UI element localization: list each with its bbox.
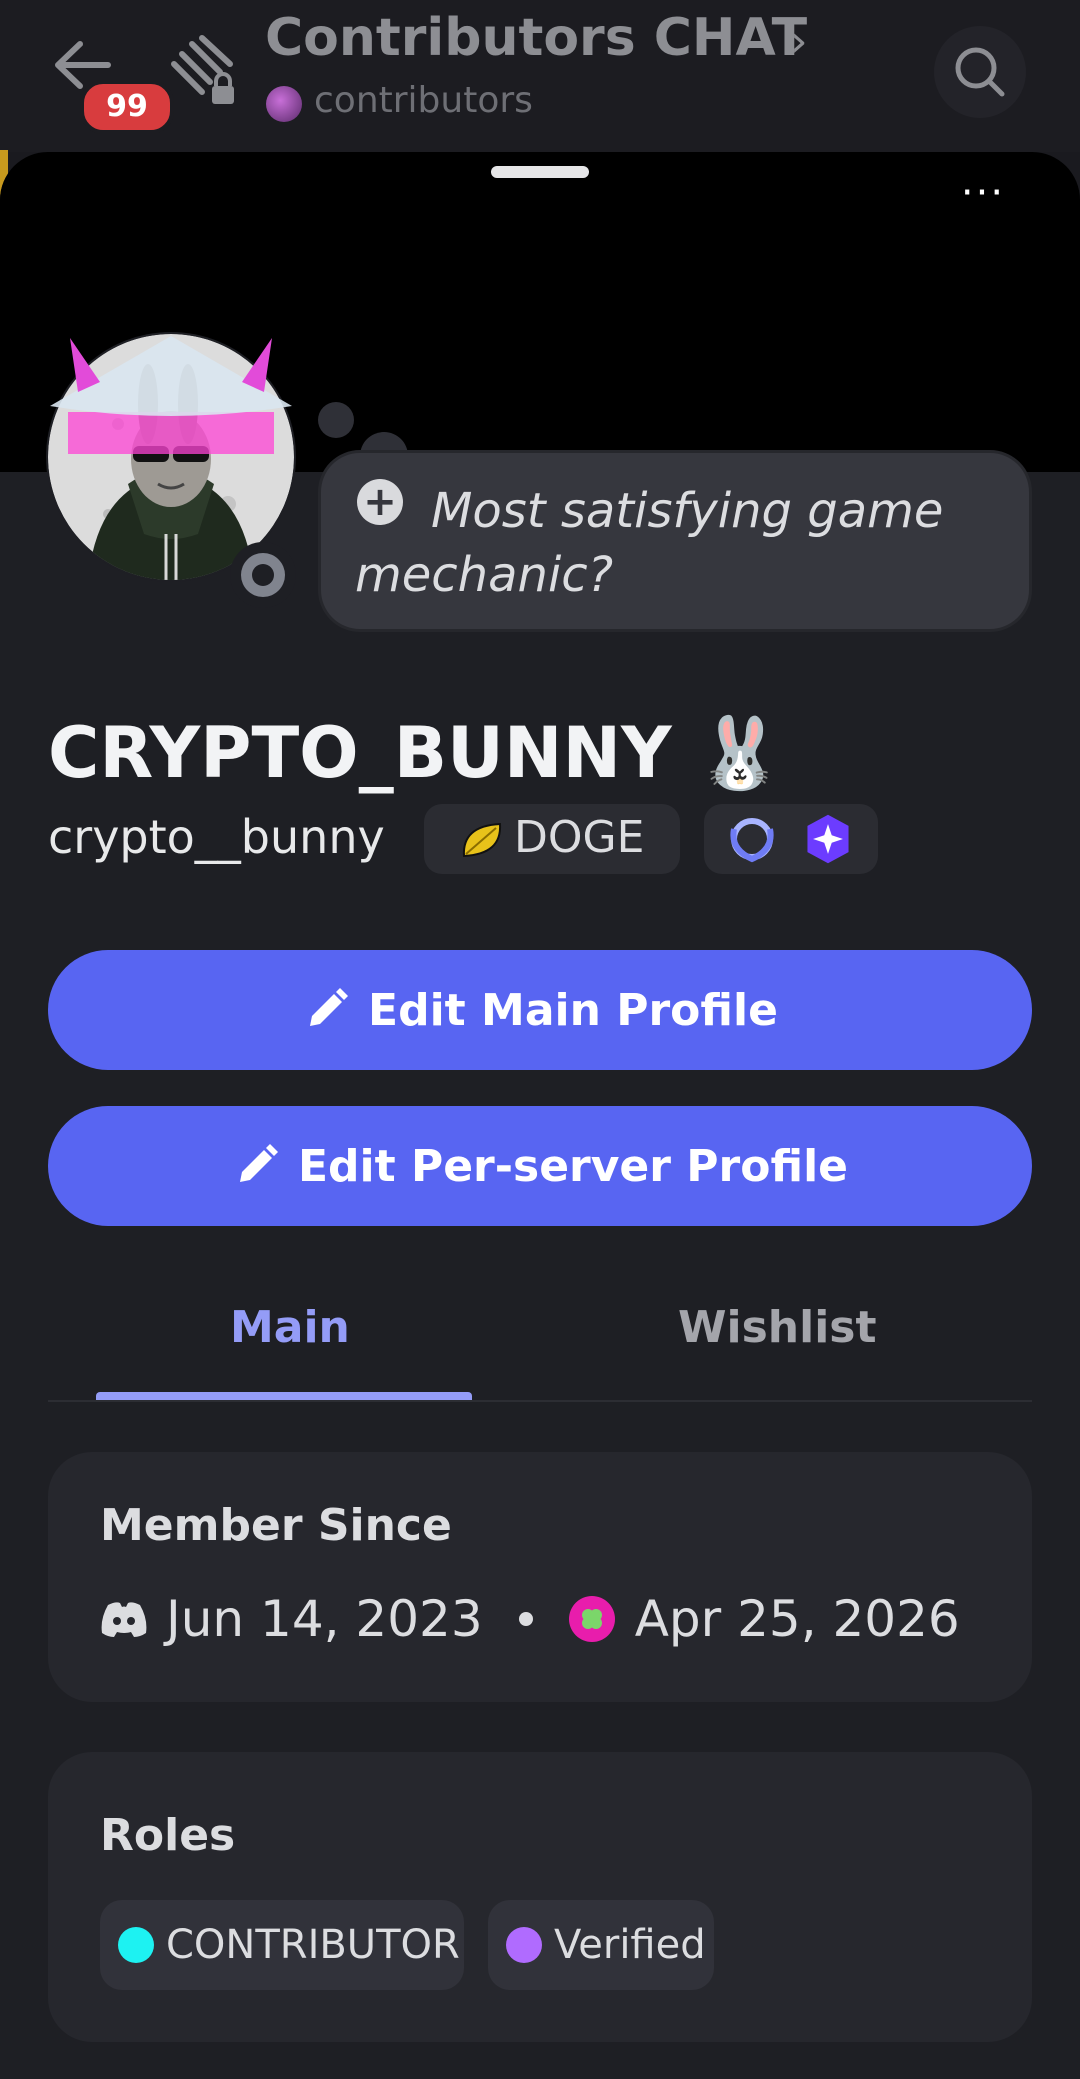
member-since-card: Member Since Jun 14, 2023 Apr 25, 2026 [48,1452,1032,1702]
custom-status-bubble[interactable]: + Most satisfying game mechanic? [318,450,1032,632]
more-options-icon[interactable]: ··· [958,173,1008,213]
role-label: CONTRIBUTOR [166,1922,460,1968]
edit-per-server-profile-label: Edit Per-server Profile [297,1140,849,1192]
unread-badge: 99 [80,80,174,134]
display-name: CRYPTO_BUNNY 🐰 [48,712,783,795]
search-icon [955,47,1005,97]
tab-divider [48,1400,1032,1402]
discord-icon [101,1602,147,1637]
locked-forum-channel-icon [171,35,234,104]
separator-dot [518,1612,533,1626]
edit-main-profile-button[interactable]: Edit Main Profile [48,950,1032,1070]
roles-card: Roles CONTRIBUTOR Verified [48,1752,1032,2042]
tab-main[interactable]: Main [230,1302,350,1353]
role-color-dot [506,1927,542,1963]
guild-tag[interactable]: DOGE [424,804,680,874]
channel-header: 99 Contributors CHAT › contributors [0,0,1080,152]
edit-main-profile-label: Edit Main Profile [368,984,778,1036]
thought-bubble-dot [318,402,354,438]
status-offline-icon [230,542,296,608]
custom-status-text: Most satisfying game mechanic? [355,483,944,603]
channel-title[interactable]: Contributors CHAT [265,8,807,68]
profile-sheet: ··· + Most satisfying game mechanic? CRY… [0,152,1080,2079]
tab-wishlist[interactable]: Wishlist [678,1302,877,1353]
role-pill[interactable]: Verified [488,1900,714,1990]
server-clover-icon [568,1596,615,1642]
roles-title: Roles [100,1810,236,1861]
drag-handle[interactable] [491,166,589,178]
profile-badges[interactable] [704,804,878,874]
laurel-badge-icon [730,818,774,863]
display-name-emoji: 🐰 [696,712,784,794]
server-icon [266,86,302,122]
server-join-date: Apr 25, 2026 [634,1590,960,1648]
member-since-title: Member Since [100,1500,452,1551]
chevron-right-icon: › [790,16,808,67]
leaf-icon [462,822,502,858]
role-pill[interactable]: CONTRIBUTOR [100,1900,464,1990]
active-tab-indicator [96,1392,472,1400]
pencil-icon [239,1144,278,1182]
username: crypto__bunny [48,810,385,864]
pencil-icon [310,988,349,1026]
guild-tag-label: DOGE [514,812,645,863]
nitro-gem-badge-icon [807,814,849,864]
role-color-dot [118,1927,154,1963]
edit-per-server-profile-button[interactable]: Edit Per-server Profile [48,1106,1032,1226]
role-label: Verified [554,1922,706,1968]
discord-join-date: Jun 14, 2023 [166,1590,483,1648]
search-button[interactable] [934,26,1026,118]
server-name: contributors [314,80,533,121]
member-since-row: Jun 14, 2023 Apr 25, 2026 [100,1584,960,1654]
display-name-text: CRYPTO_BUNNY [48,712,672,794]
